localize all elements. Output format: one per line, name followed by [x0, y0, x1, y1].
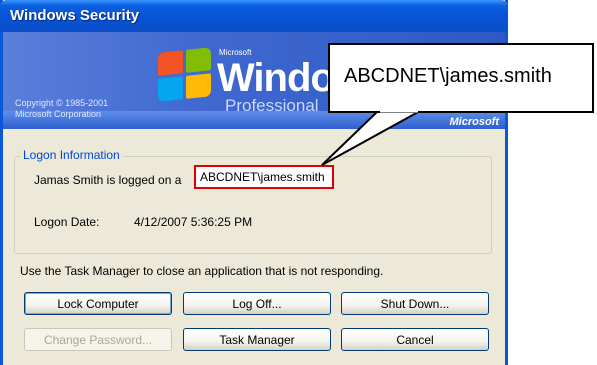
cancel-button[interactable]: Cancel	[341, 328, 489, 351]
account-name-highlight: ABCDNET\james.smith	[194, 165, 334, 189]
shut-down-button[interactable]: Shut Down...	[341, 292, 489, 315]
task-manager-button[interactable]: Task Manager	[183, 328, 331, 351]
microsoft-brand-logo: Microsoft	[449, 116, 500, 128]
callout-text: ABCDNET\james.smith	[344, 65, 552, 87]
logged-on-text: Jamas Smith is logged on a	[34, 173, 182, 187]
zoom-callout: ABCDNET\james.smith	[328, 43, 594, 113]
windows-flag-logo	[158, 47, 212, 103]
log-off-button[interactable]: Log Off...	[183, 292, 331, 315]
window-title: Windows Security	[10, 7, 140, 24]
copyright-text: Copyright © 1985-2001 Microsoft Corporat…	[15, 98, 108, 120]
logon-date-value: 4/12/2007 5:36:25 PM	[134, 215, 253, 229]
title-bar[interactable]: Windows Security	[0, 0, 508, 32]
copyright-line-1: Copyright © 1985-2001	[15, 98, 109, 108]
edition-label: Professional	[225, 96, 319, 115]
logon-information-title: Logon Information	[20, 148, 123, 162]
account-name: ABCDNET\james.smith	[200, 170, 325, 184]
task-manager-hint: Use the Task Manager to close an applica…	[20, 264, 384, 278]
change-password-button: Change Password...	[24, 328, 172, 351]
lock-computer-button[interactable]: Lock Computer	[24, 292, 172, 315]
logon-date-label: Logon Date:	[34, 215, 100, 229]
copyright-line-2: Microsoft Corporation	[15, 109, 102, 119]
